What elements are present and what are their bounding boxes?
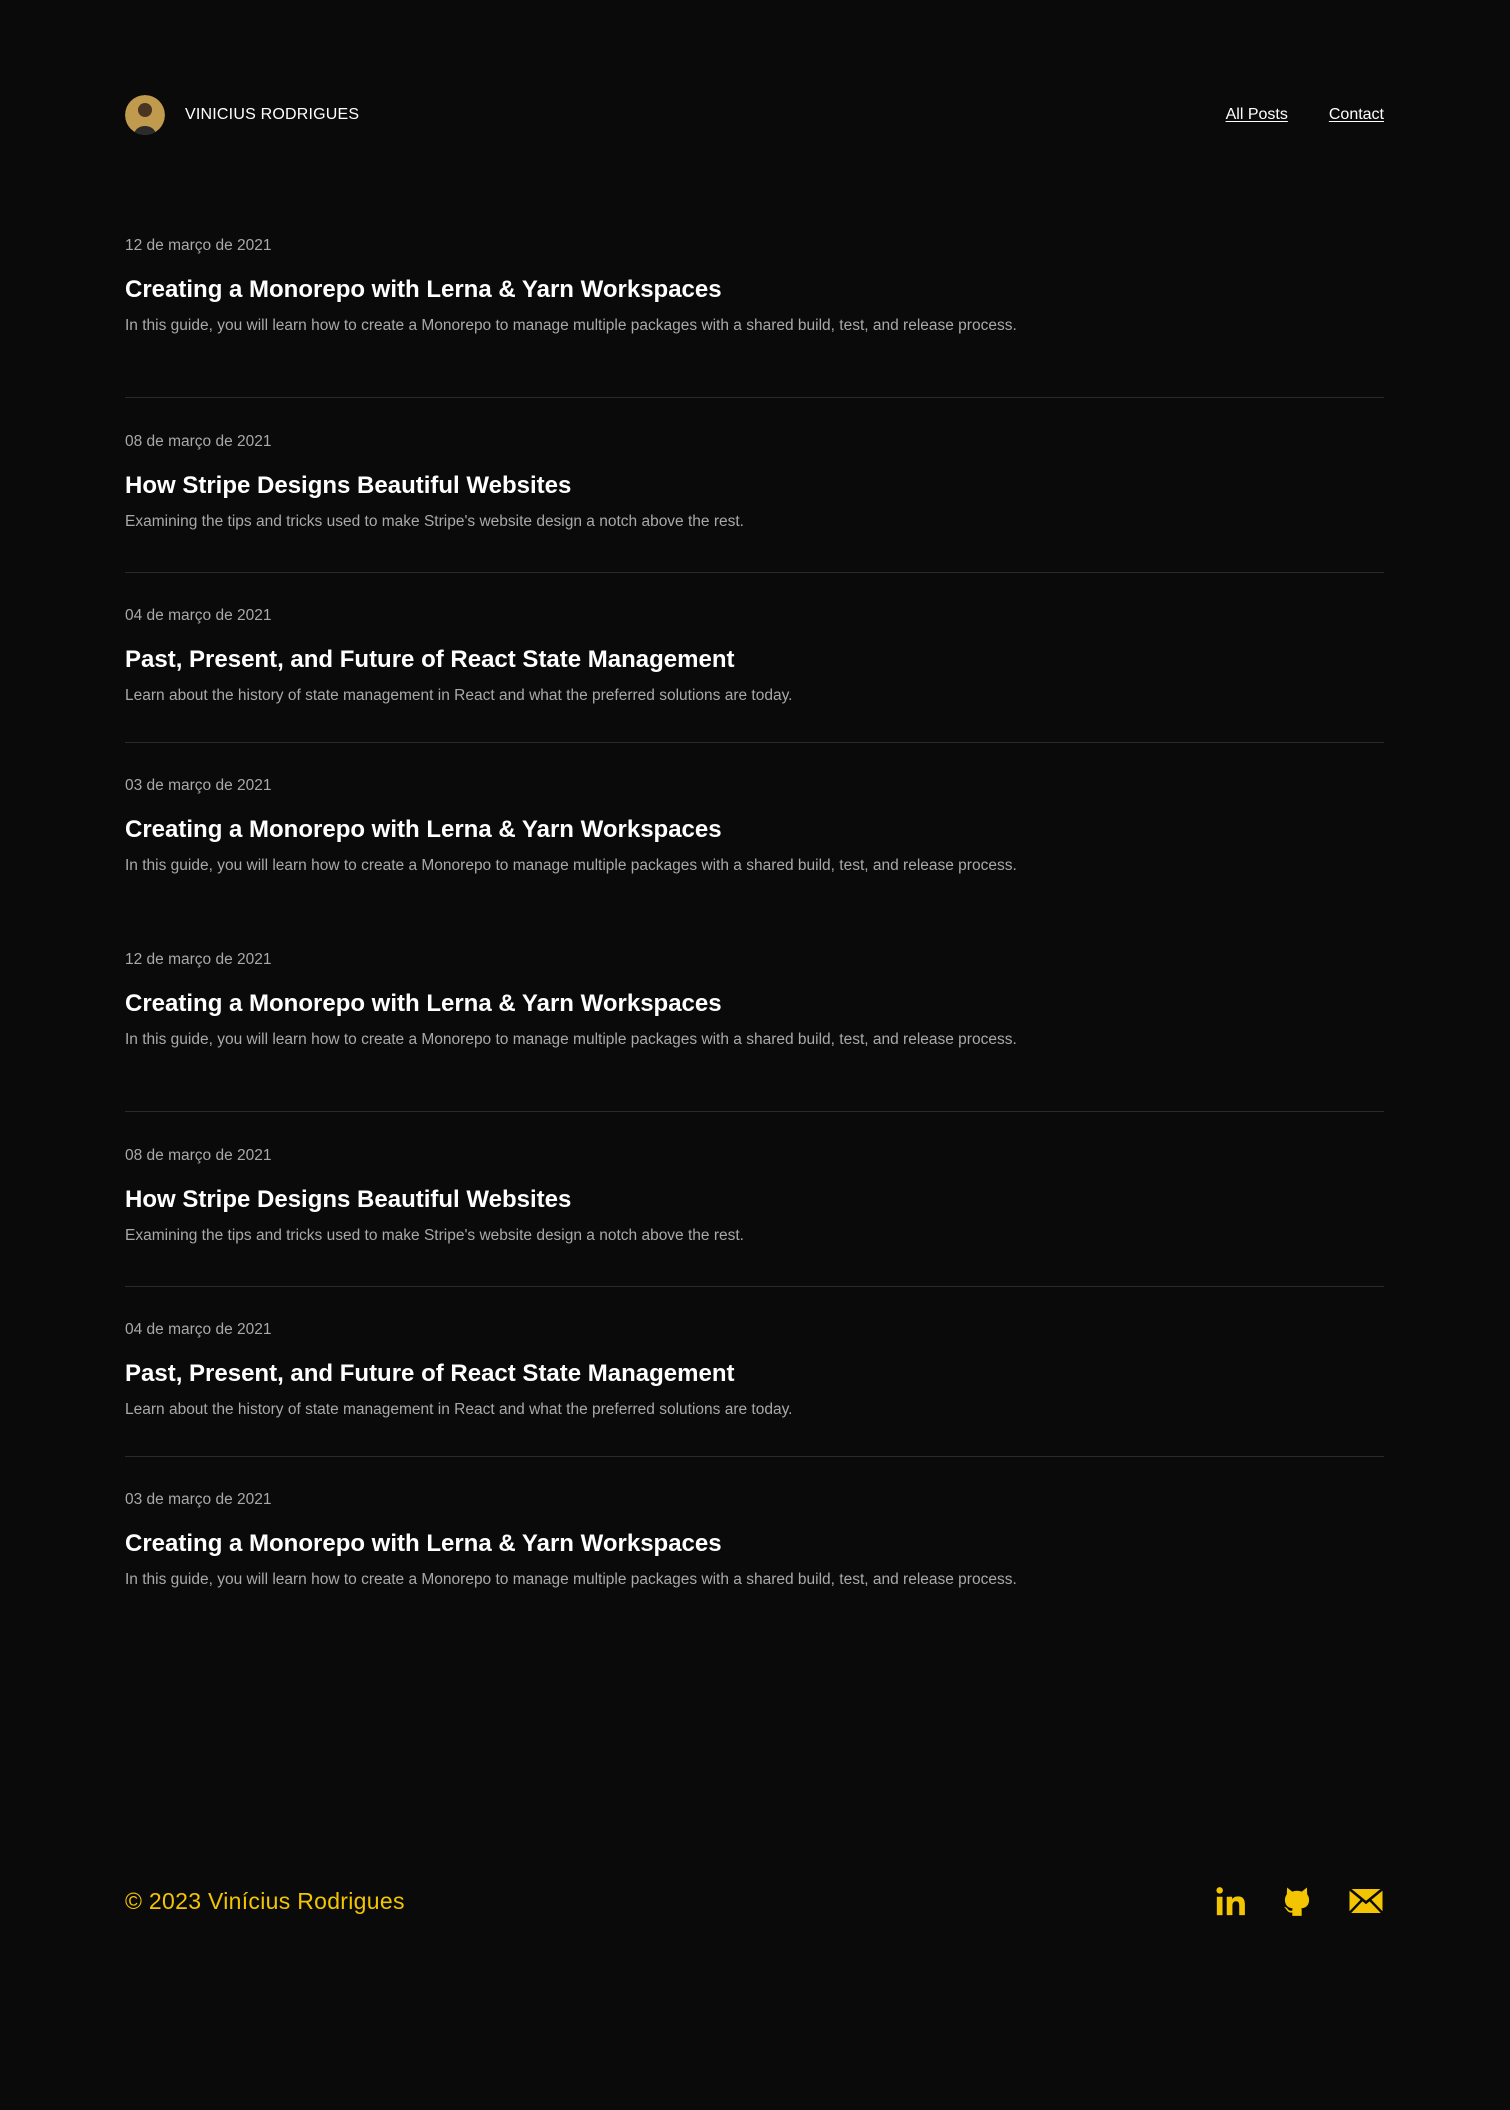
post-divider — [125, 572, 1384, 573]
post-description: Examining the tips and tricks used to ma… — [125, 513, 744, 530]
mail-icon — [1348, 1887, 1384, 1914]
post-description: Learn about the history of state managem… — [125, 1401, 793, 1418]
post-date: 03 de março de 2021 — [125, 1491, 272, 1508]
post-date: 08 de março de 2021 — [125, 433, 272, 450]
post-divider — [125, 1456, 1384, 1457]
brand-name: VINICIUS RODRIGUES — [185, 106, 360, 123]
github-icon — [1284, 1887, 1310, 1916]
post-title[interactable]: Past, Present, and Future of React State… — [125, 644, 734, 676]
post-description: In this guide, you will learn how to cre… — [125, 1031, 1017, 1048]
post-description: In this guide, you will learn how to cre… — [125, 857, 1017, 874]
github-link[interactable] — [1280, 1884, 1314, 1918]
post-title[interactable]: Past, Present, and Future of React State… — [125, 1358, 734, 1390]
site-footer: © 2023 Vinícius Rodrigues — [125, 1878, 1384, 1924]
post-title[interactable]: Creating a Monorepo with Lerna & Yarn Wo… — [125, 1528, 722, 1560]
post-divider — [125, 1286, 1384, 1287]
post-date: 12 de março de 2021 — [125, 951, 272, 968]
post-divider — [125, 397, 1384, 398]
post-date: 12 de março de 2021 — [125, 237, 272, 254]
post-description: In this guide, you will learn how to cre… — [125, 317, 1017, 334]
linkedin-link[interactable] — [1214, 1884, 1248, 1918]
post-date: 04 de março de 2021 — [125, 607, 272, 624]
post-divider — [125, 742, 1384, 743]
nav-link-all-posts[interactable]: All Posts — [1226, 106, 1288, 124]
post-title[interactable]: How Stripe Designs Beautiful Websites — [125, 470, 571, 502]
nav-link-contact[interactable]: Contact — [1329, 106, 1384, 124]
avatar — [125, 95, 165, 135]
copyright-text: © 2023 Vinícius Rodrigues — [125, 1887, 405, 1914]
post-description: Examining the tips and tricks used to ma… — [125, 1227, 744, 1244]
post-date: 04 de março de 2021 — [125, 1321, 272, 1338]
post-title[interactable]: Creating a Monorepo with Lerna & Yarn Wo… — [125, 988, 722, 1020]
main-nav: All Posts Contact — [1226, 106, 1384, 124]
post-description: Learn about the history of state managem… — [125, 687, 793, 704]
linkedin-icon — [1216, 1887, 1245, 1916]
post-title[interactable]: Creating a Monorepo with Lerna & Yarn Wo… — [125, 814, 722, 846]
post-title[interactable]: How Stripe Designs Beautiful Websites — [125, 1184, 571, 1216]
email-link[interactable] — [1348, 1886, 1384, 1916]
brand[interactable]: VINICIUS RODRIGUES — [125, 95, 359, 135]
site-header: VINICIUS RODRIGUES All Posts Contact — [125, 94, 1384, 136]
social-links — [1214, 1884, 1384, 1918]
post-date: 03 de março de 2021 — [125, 777, 272, 794]
post-date: 08 de março de 2021 — [125, 1147, 272, 1164]
post-description: In this guide, you will learn how to cre… — [125, 1571, 1017, 1588]
post-title[interactable]: Creating a Monorepo with Lerna & Yarn Wo… — [125, 274, 722, 306]
post-divider — [125, 1111, 1384, 1112]
